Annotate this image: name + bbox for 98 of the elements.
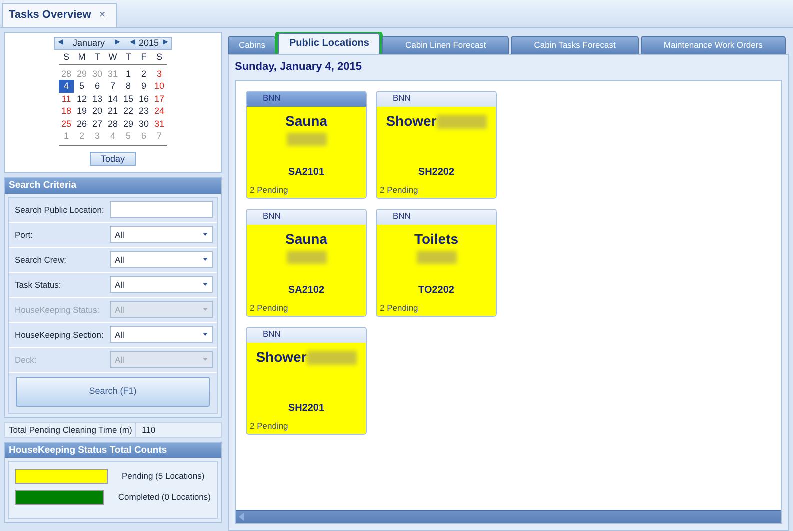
dropdown-field[interactable]: All bbox=[110, 326, 213, 344]
pending-status: 2 Pending bbox=[380, 303, 418, 314]
location-name: Sauna bbox=[285, 113, 328, 130]
pending-status: 2 Pending bbox=[250, 303, 288, 314]
text-field[interactable] bbox=[110, 201, 213, 218]
weekday-label: T bbox=[120, 52, 136, 65]
location-code: SA2102 bbox=[288, 285, 325, 297]
location-code: TO2202 bbox=[418, 285, 454, 297]
location-tile[interactable]: BNN Toilets TO2202 2 Pending bbox=[376, 209, 497, 318]
legend-label: Pending (5 Locations) bbox=[122, 471, 205, 482]
tile-header: BNN bbox=[247, 210, 366, 226]
dropdown-field: All bbox=[110, 351, 213, 368]
pending-status: 2 Pending bbox=[380, 185, 418, 196]
location-code: SH2201 bbox=[288, 403, 325, 415]
tab[interactable]: Public Locations bbox=[278, 33, 380, 54]
tile-header: BNN bbox=[377, 92, 496, 108]
calendar-day[interactable]: 18 bbox=[58, 105, 74, 118]
calendar-day[interactable]: 14 bbox=[105, 92, 121, 106]
location-tile[interactable]: BNN Shower SH2201 2 Pending bbox=[246, 327, 367, 436]
pending-status: 2 Pending bbox=[250, 421, 288, 432]
calendar-day[interactable]: 6 bbox=[90, 80, 106, 93]
location-code: SH2202 bbox=[418, 167, 455, 179]
calendar-day[interactable]: 1 bbox=[120, 68, 136, 80]
field-label: Search Public Location: bbox=[15, 204, 106, 215]
dropdown-caret-icon[interactable] bbox=[203, 333, 208, 336]
calendar-day[interactable]: 27 bbox=[90, 118, 106, 130]
calendar-day[interactable]: 5 bbox=[74, 80, 90, 93]
location-name: Shower bbox=[386, 113, 437, 130]
calendar-day[interactable]: 2 bbox=[136, 68, 152, 80]
month-label[interactable]: January bbox=[66, 38, 111, 49]
calendar-day[interactable]: 25 bbox=[58, 118, 74, 130]
location-tile[interactable]: BNN Shower SH2202 2 Pending bbox=[376, 91, 497, 200]
scroll-left-icon[interactable] bbox=[239, 513, 244, 521]
total-pending-label: Total Pending Cleaning Time (m) bbox=[5, 422, 136, 437]
pending-status: 2 Pending bbox=[250, 185, 288, 196]
total-pending-value: 110 bbox=[141, 424, 157, 435]
calendar-day[interactable]: 7 bbox=[105, 80, 121, 93]
calendar-day[interactable]: 15 bbox=[120, 92, 136, 106]
calendar-day[interactable]: 13 bbox=[90, 92, 106, 106]
calendar-day[interactable]: 24 bbox=[152, 105, 168, 118]
location-name: Shower bbox=[256, 349, 307, 366]
calendar-day[interactable]: 8 bbox=[120, 80, 136, 93]
field-label: Port: bbox=[15, 230, 34, 240]
dropdown-caret-icon[interactable] bbox=[203, 283, 208, 286]
dropdown-field: All bbox=[110, 301, 213, 318]
weekday-label: F bbox=[136, 52, 152, 65]
close-icon[interactable]: × bbox=[99, 8, 106, 22]
calendar-day[interactable]: 26 bbox=[74, 118, 90, 130]
document-tab[interactable]: Tasks Overview × bbox=[2, 3, 117, 27]
field-label: Task Status: bbox=[15, 280, 62, 290]
tile-header: BNN bbox=[377, 210, 496, 226]
calendar-day[interactable]: 16 bbox=[136, 92, 152, 106]
panel-title: Search Criteria bbox=[5, 178, 221, 194]
dropdown-field[interactable]: All bbox=[110, 251, 213, 268]
calendar-day[interactable]: 22 bbox=[120, 105, 136, 118]
today-button[interactable]: Today bbox=[90, 152, 136, 166]
tile-header: BNN bbox=[247, 328, 366, 344]
calendar-day[interactable]: 28 bbox=[105, 118, 121, 130]
location-name: Sauna bbox=[285, 231, 328, 248]
legend-label: Completed (0 Locations) bbox=[118, 492, 211, 503]
calendar-day[interactable]: 17 bbox=[152, 92, 168, 106]
calendar-day[interactable]: 30 bbox=[136, 118, 152, 130]
dropdown-field[interactable]: All bbox=[110, 276, 213, 294]
calendar-day[interactable]: 29 bbox=[120, 118, 136, 130]
calendar-day[interactable]: 11 bbox=[58, 92, 74, 106]
calendar-day[interactable]: 31 bbox=[152, 118, 168, 130]
location-code: SA2101 bbox=[288, 167, 325, 179]
calendar-day[interactable]: 4 bbox=[58, 80, 74, 93]
document-tab-title: Tasks Overview bbox=[9, 8, 92, 22]
location-name: Toilets bbox=[414, 231, 459, 248]
dropdown-caret-icon[interactable] bbox=[203, 233, 208, 236]
date-heading: Sunday, January 4, 2015 bbox=[235, 60, 363, 75]
calendar-day[interactable]: 23 bbox=[136, 105, 152, 118]
calendar-day[interactable]: 3 bbox=[152, 68, 168, 80]
calendar-day[interactable]: 10 bbox=[152, 80, 168, 93]
field-label: HouseKeeping Section: bbox=[15, 330, 105, 340]
calendar-day[interactable]: 12 bbox=[74, 92, 90, 106]
tile-header: BNN bbox=[247, 92, 366, 108]
calendar-day[interactable]: 19 bbox=[74, 105, 90, 118]
year-label[interactable]: 2015 bbox=[139, 38, 160, 49]
panel-title: HouseKeeping Status Total Counts bbox=[5, 442, 221, 458]
horizontal-scrollbar[interactable] bbox=[236, 510, 781, 523]
weekday-label: T bbox=[90, 52, 106, 65]
weekday-label: W bbox=[105, 52, 121, 65]
field-label: HouseKeeping Status: bbox=[15, 304, 101, 315]
weekday-label: S bbox=[152, 52, 168, 65]
location-tile[interactable]: BNN Sauna SA2101 2 Pending bbox=[246, 91, 367, 200]
calendar-day[interactable]: 20 bbox=[90, 105, 106, 118]
weekday-label: S bbox=[58, 52, 74, 65]
search-button[interactable]: Search (F1) bbox=[16, 376, 210, 407]
dropdown-field[interactable]: All bbox=[110, 226, 213, 244]
field-label: Search Crew: bbox=[15, 254, 68, 265]
weekday-label: M bbox=[74, 52, 90, 65]
calendar-day[interactable]: 9 bbox=[136, 80, 152, 93]
dropdown-caret-icon[interactable] bbox=[203, 258, 208, 262]
field-label: Deck: bbox=[15, 354, 38, 365]
calendar-day[interactable]: 21 bbox=[105, 105, 121, 118]
location-tile[interactable]: BNN Sauna SA2102 2 Pending bbox=[246, 209, 367, 318]
